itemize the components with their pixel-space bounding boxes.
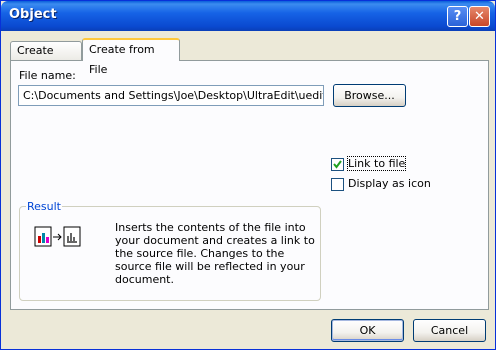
ok-button[interactable]: OK	[331, 319, 404, 342]
checkbox-box[interactable]	[331, 178, 344, 191]
checkmark-icon	[333, 160, 342, 169]
help-button[interactable]: ?	[447, 6, 468, 27]
display-as-icon-label[interactable]: Display as icon	[348, 177, 431, 190]
link-document-icon	[34, 226, 81, 247]
checkbox-box[interactable]	[331, 158, 344, 171]
result-group: Result Inserts the contents of the file …	[19, 200, 321, 301]
file-name-label: File name:	[19, 69, 76, 82]
browse-button[interactable]: Browse...	[333, 84, 406, 107]
dialog-title: Object	[9, 7, 57, 22]
object-dialog: Object ? ✕ Create New Create from File F…	[0, 0, 496, 350]
close-button[interactable]: ✕	[469, 6, 490, 27]
tab-panel: File name: C:\Documents and Settings\Joe…	[10, 60, 489, 310]
link-to-file-label[interactable]: Link to file	[346, 156, 407, 171]
title-bar[interactable]: Object ? ✕	[1, 1, 495, 31]
result-description: Inserts the contents of the file into yo…	[115, 221, 315, 286]
cancel-button[interactable]: Cancel	[413, 319, 486, 342]
tab-create-from-file[interactable]: Create from File	[82, 38, 180, 76]
tab-create-new[interactable]: Create New	[10, 41, 82, 75]
file-name-input[interactable]: C:\Documents and Settings\Joe\Desktop\Ul…	[18, 85, 324, 106]
result-title: Result	[26, 200, 62, 213]
